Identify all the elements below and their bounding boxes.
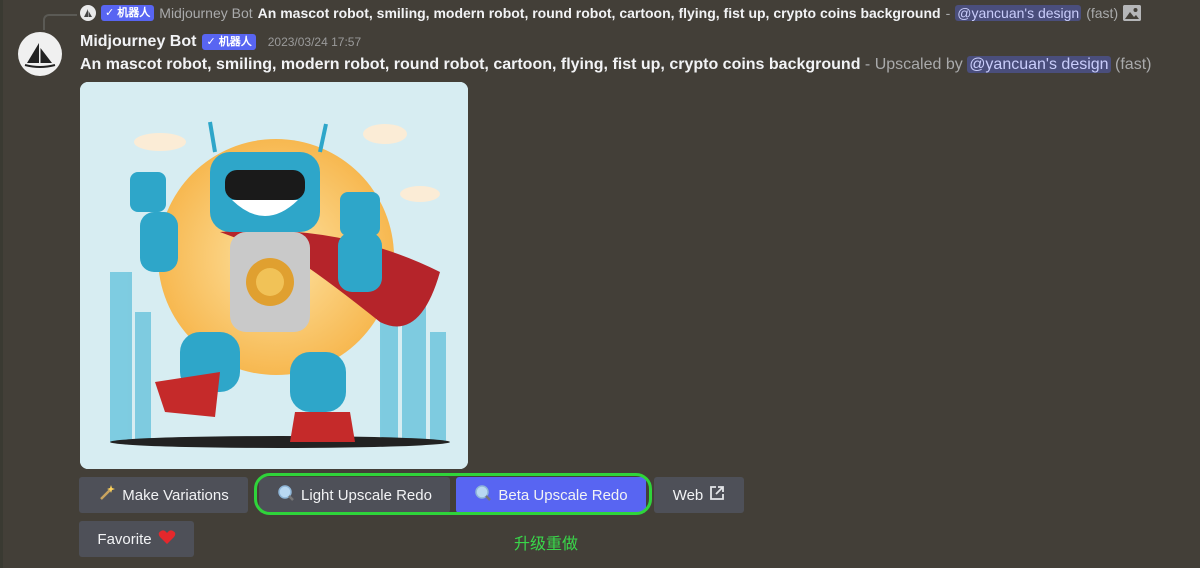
reply-bot-avatar <box>80 5 96 21</box>
upscale-redo-highlight <box>254 473 652 515</box>
magic-wand-icon <box>98 484 116 506</box>
favorite-button[interactable]: Favorite <box>79 521 194 557</box>
reply-prompt[interactable]: An mascot robot, smiling, modern robot, … <box>258 5 941 21</box>
bot-badge: ✓ 机器人 <box>202 34 256 50</box>
web-link-button[interactable]: Web <box>654 477 744 513</box>
message-content: An mascot robot, smiling, modern robot, … <box>80 56 1151 74</box>
reply-bot-name[interactable]: Midjourney Bot <box>159 5 252 21</box>
generated-image[interactable] <box>80 82 468 469</box>
message-header: Midjourney Bot ✓ 机器人 2023/03/24 17:57 <box>80 33 361 51</box>
bot-avatar[interactable] <box>18 32 62 76</box>
username[interactable]: Midjourney Bot <box>80 33 196 51</box>
external-link-icon <box>709 485 725 505</box>
message-left-accent <box>0 0 3 568</box>
favorite-label: Favorite <box>97 530 152 548</box>
reply-reference[interactable]: ✓ 机器人 Midjourney Bot An mascot robot, sm… <box>0 0 1200 30</box>
reply-speed: (fast) <box>1086 5 1119 21</box>
speed-text: (fast) <box>1110 56 1152 73</box>
make-variations-button[interactable]: Make Variations <box>79 477 248 513</box>
reply-separator: - <box>945 5 951 21</box>
upscale-redo-annotation: 升级重做 <box>514 534 579 553</box>
reply-bot-badge: ✓ 机器人 <box>101 5 155 21</box>
heart-icon <box>158 529 176 549</box>
reply-spine <box>43 14 77 30</box>
make-variations-label: Make Variations <box>122 486 229 504</box>
user-mention[interactable]: @yancuan's design <box>967 56 1111 73</box>
web-label: Web <box>672 486 704 504</box>
timestamp[interactable]: 2023/03/24 17:57 <box>268 35 361 49</box>
reply-mention[interactable]: @yancuan's design <box>955 5 1082 21</box>
prompt-text: An mascot robot, smiling, modern robot, … <box>80 56 861 73</box>
image-icon <box>1123 5 1142 21</box>
upscaled-by-text: - Upscaled by <box>860 56 968 73</box>
